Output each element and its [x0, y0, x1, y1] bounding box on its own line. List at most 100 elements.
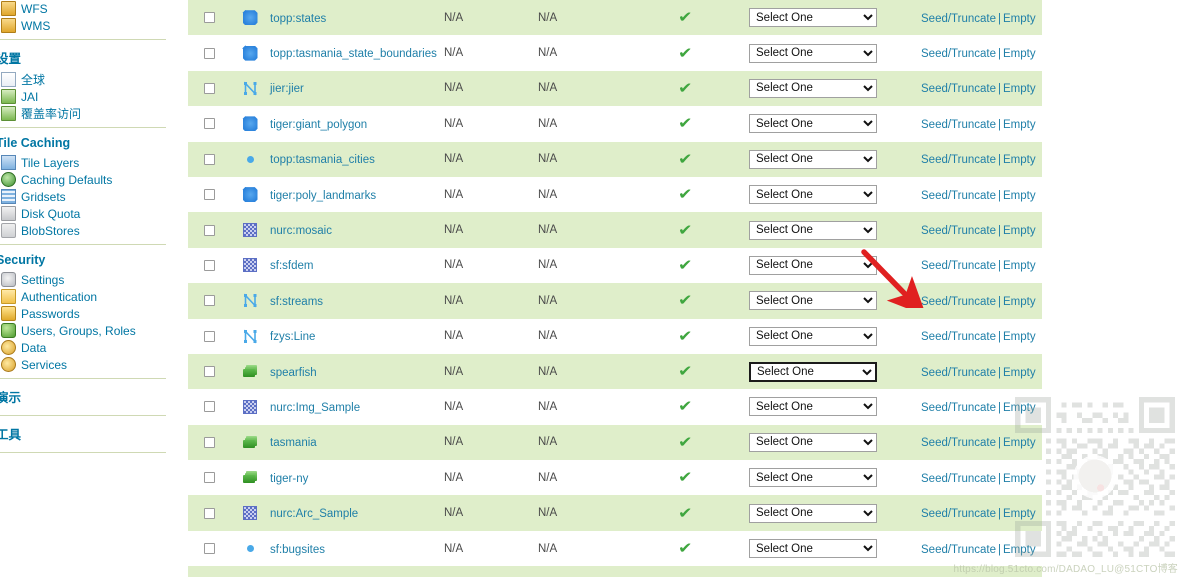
seed-truncate-link[interactable]: Seed/Truncate — [921, 260, 996, 272]
preview-format-select[interactable]: Select One — [749, 291, 877, 311]
row-checkbox[interactable] — [203, 224, 215, 236]
empty-link[interactable]: Empty — [1003, 331, 1036, 343]
row-checkbox[interactable] — [203, 118, 215, 130]
empty-link[interactable]: Empty — [1003, 473, 1036, 485]
layer-name-link[interactable]: tiger-ny — [270, 473, 308, 485]
preview-format-select[interactable]: Select One — [749, 468, 877, 488]
layer-name-link[interactable]: topp:tasmania_cities — [270, 154, 375, 166]
preview-format-select[interactable]: Select One — [749, 78, 877, 98]
seed-truncate-link[interactable]: Seed/Truncate — [921, 508, 996, 520]
row-checkbox[interactable] — [203, 12, 215, 24]
row-checkbox[interactable] — [203, 189, 215, 201]
seed-truncate-link[interactable]: Seed/Truncate — [921, 367, 996, 379]
row-checkbox[interactable] — [203, 472, 215, 484]
preview-format-select[interactable]: Select One — [749, 432, 877, 452]
layer-name-link[interactable]: tiger:giant_polygon — [270, 119, 367, 131]
layer-name-link[interactable]: nurc:Arc_Sample — [270, 508, 358, 520]
sidebar-item-data[interactable]: Data — [0, 339, 170, 356]
preview-format-select[interactable]: Select One — [749, 220, 877, 240]
sidebar-item-passwords[interactable]: Passwords — [0, 305, 170, 322]
sidebar-item-users-groups-roles[interactable]: Users, Groups, Roles — [0, 322, 170, 339]
preview-format-select[interactable]: Select One — [749, 8, 877, 28]
sidebar-item-label[interactable]: Gridsets — [21, 190, 66, 204]
sidebar-item-wms[interactable]: WMS — [0, 17, 170, 34]
sidebar-item-disk-quota[interactable]: Disk Quota — [0, 205, 170, 222]
layer-name-link[interactable]: sf:bugsites — [270, 544, 325, 556]
preview-format-select[interactable]: Select One — [749, 149, 877, 169]
seed-truncate-link[interactable]: Seed/Truncate — [921, 190, 996, 202]
seed-truncate-link[interactable]: Seed/Truncate — [921, 437, 996, 449]
sidebar-item-blobstores[interactable]: BlobStores — [0, 222, 170, 239]
empty-link[interactable]: Empty — [1003, 437, 1036, 449]
preview-format-select[interactable]: Select One — [749, 326, 877, 346]
sidebar-item-label[interactable]: WMS — [21, 19, 50, 33]
seed-truncate-link[interactable]: Seed/Truncate — [921, 402, 996, 414]
seed-truncate-link[interactable]: Seed/Truncate — [921, 225, 996, 237]
preview-format-select[interactable]: Select One — [749, 503, 877, 523]
layer-name-link[interactable]: nurc:mosaic — [270, 225, 332, 237]
empty-link[interactable]: Empty — [1003, 83, 1036, 95]
sidebar-item-label[interactable]: 全球 — [21, 71, 45, 88]
empty-link[interactable]: Empty — [1003, 544, 1036, 556]
empty-link[interactable]: Empty — [1003, 13, 1036, 25]
sidebar-item-label[interactable]: 覆盖率访问 — [21, 105, 81, 122]
row-checkbox[interactable] — [203, 543, 215, 555]
row-checkbox[interactable] — [203, 401, 215, 413]
row-checkbox[interactable] — [203, 330, 215, 342]
sidebar-item-label[interactable]: Services — [21, 358, 67, 372]
empty-link[interactable]: Empty — [1003, 154, 1036, 166]
row-checkbox[interactable] — [203, 366, 215, 378]
layer-name-link[interactable]: tasmania — [270, 437, 317, 449]
seed-truncate-link[interactable]: Seed/Truncate — [921, 331, 996, 343]
seed-truncate-link[interactable]: Seed/Truncate — [921, 473, 996, 485]
sidebar-item-gridsets[interactable]: Gridsets — [0, 188, 170, 205]
empty-link[interactable]: Empty — [1003, 260, 1036, 272]
empty-link[interactable]: Empty — [1003, 225, 1036, 237]
empty-link[interactable]: Empty — [1003, 190, 1036, 202]
layer-name-link[interactable]: sf:sfdem — [270, 260, 313, 272]
sidebar-item-services[interactable]: Services — [0, 356, 170, 373]
seed-truncate-link[interactable]: Seed/Truncate — [921, 48, 996, 60]
sidebar-item-label[interactable]: JAI — [21, 90, 38, 104]
sidebar-item-label[interactable]: WFS — [21, 2, 48, 16]
sidebar-item-label[interactable]: Passwords — [21, 307, 80, 321]
sidebar-item-jai[interactable]: JAI — [0, 88, 170, 105]
sidebar-item-wfs[interactable]: WFS — [0, 0, 170, 17]
sidebar-item-label[interactable]: Settings — [21, 273, 64, 287]
sidebar-item-label[interactable]: Authentication — [21, 290, 97, 304]
seed-truncate-link[interactable]: Seed/Truncate — [921, 83, 996, 95]
seed-truncate-link[interactable]: Seed/Truncate — [921, 544, 996, 556]
layer-name-link[interactable]: nurc:Img_Sample — [270, 402, 360, 414]
layer-name-link[interactable]: topp:states — [270, 13, 326, 25]
row-checkbox[interactable] — [203, 436, 215, 448]
sidebar-item-caching-defaults[interactable]: Caching Defaults — [0, 171, 170, 188]
layer-name-link[interactable]: jier:jier — [270, 83, 304, 95]
preview-format-select[interactable]: Select One — [749, 539, 877, 559]
preview-format-select[interactable]: Select One — [749, 114, 877, 134]
empty-link[interactable]: Empty — [1003, 402, 1036, 414]
seed-truncate-link[interactable]: Seed/Truncate — [921, 13, 996, 25]
row-checkbox[interactable] — [203, 47, 215, 59]
layer-name-link[interactable]: spearfish — [270, 367, 317, 379]
empty-link[interactable]: Empty — [1003, 48, 1036, 60]
sidebar-item-settings[interactable]: Settings — [0, 271, 170, 288]
sidebar-item-tile-layers[interactable]: Tile Layers — [0, 154, 170, 171]
empty-link[interactable]: Empty — [1003, 367, 1036, 379]
sidebar-item-label[interactable]: Users, Groups, Roles — [21, 324, 136, 338]
seed-truncate-link[interactable]: Seed/Truncate — [921, 119, 996, 131]
row-checkbox[interactable] — [203, 507, 215, 519]
row-checkbox[interactable] — [203, 295, 215, 307]
preview-format-select[interactable]: Select One — [749, 397, 877, 417]
sidebar-item-[interactable]: 全球 — [0, 71, 170, 88]
sidebar-item-label[interactable]: BlobStores — [21, 224, 80, 238]
seed-truncate-link[interactable]: Seed/Truncate — [921, 154, 996, 166]
layer-name-link[interactable]: sf:streams — [270, 296, 323, 308]
preview-format-select[interactable]: Select One — [749, 361, 877, 382]
preview-format-select[interactable]: Select One — [749, 43, 877, 63]
seed-truncate-link[interactable]: Seed/Truncate — [921, 296, 996, 308]
empty-link[interactable]: Empty — [1003, 296, 1036, 308]
empty-link[interactable]: Empty — [1003, 119, 1036, 131]
sidebar-item-label[interactable]: Caching Defaults — [21, 173, 112, 187]
row-checkbox[interactable] — [203, 259, 215, 271]
sidebar-item-label[interactable]: Disk Quota — [21, 207, 80, 221]
